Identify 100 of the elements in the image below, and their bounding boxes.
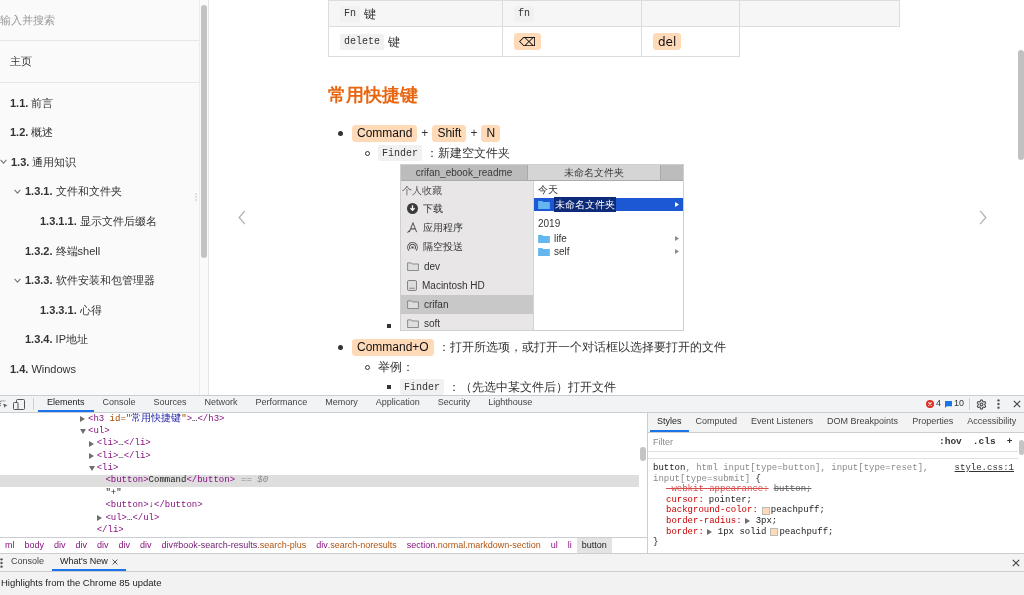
dom-node[interactable]: <h3 id="常用快捷键">…</h3> [80, 413, 225, 426]
devtools-tab[interactable]: Lighthouse [479, 396, 542, 412]
styles-tab[interactable]: DOM Breakpoints [820, 413, 906, 432]
scrollbar-thumb[interactable] [640, 447, 646, 461]
toolbar-button[interactable]: .cls [970, 436, 998, 448]
chevron-down-icon[interactable] [0, 159, 7, 165]
sidebar-item[interactable]: 1.1. 前言 [10, 95, 54, 110]
inspect-icon[interactable] [0, 399, 8, 409]
breadcrumb-item[interactable]: div#book-search-results.search-plus [156, 538, 312, 553]
breadcrumb-item[interactable]: body [19, 538, 50, 553]
breadcrumb-item[interactable]: div.search-noresults [311, 538, 402, 553]
sidebar-item[interactable]: 1.3. 通用知识 [11, 154, 77, 169]
dom-node[interactable]: </li> [96, 524, 124, 537]
devtools-tab[interactable]: Security [428, 396, 480, 412]
devtools-tab[interactable]: Network [195, 396, 247, 412]
disclosure-triangle-icon[interactable] [744, 518, 750, 525]
cell-text: 键 [364, 5, 376, 23]
dom-node[interactable]: <li>…</li> [88, 450, 151, 463]
window-tab[interactable]: 未命名文件夹 [528, 165, 661, 180]
breadcrumb-item[interactable]: section.normal.markdown-section [401, 538, 546, 553]
chevron-down-icon[interactable] [14, 188, 21, 194]
breadcrumb-item[interactable]: div [49, 538, 71, 553]
scrollbar-thumb[interactable] [1018, 440, 1024, 455]
disclosure-triangle-icon[interactable] [88, 440, 94, 447]
dom-node[interactable]: <ul>…</ul> [97, 512, 160, 525]
dom-node[interactable]: <li>…</li> [88, 437, 151, 451]
message-icon[interactable] [945, 400, 952, 408]
scrollbar-thumb[interactable] [201, 5, 207, 258]
device-icon[interactable] [13, 398, 25, 410]
breadcrumb-item[interactable]: ul [545, 538, 563, 553]
close-icon[interactable] [111, 558, 118, 565]
breadcrumb-item[interactable]: ml [0, 538, 20, 553]
error-icon[interactable] [925, 400, 934, 408]
more-icon[interactable] [0, 557, 3, 568]
finder-sidebar-item[interactable]: dev [401, 256, 533, 276]
sidebar-item[interactable]: 主页 [10, 53, 32, 70]
css-brace: } [653, 537, 659, 548]
breadcrumb-item[interactable]: div [135, 538, 157, 553]
disclosure-triangle-icon[interactable] [88, 466, 95, 472]
sidebar-item[interactable]: 1.3.3. 软件安装和包管理器 [25, 273, 155, 288]
styles-tab[interactable]: Accessibility [960, 413, 1024, 432]
folder-icon [407, 300, 419, 310]
sidebar-item[interactable]: 1.4. Windows [10, 361, 77, 376]
drawer-tab[interactable]: Console [3, 554, 53, 571]
dom-node[interactable]: "+" [97, 487, 122, 500]
disclosure-triangle-icon[interactable] [88, 453, 94, 460]
color-swatch-icon[interactable] [761, 506, 770, 515]
sidebar-item[interactable]: 1.2. 概述 [10, 125, 54, 140]
search-field[interactable]: 输入并搜索 [0, 9, 190, 31]
devtools-tab[interactable]: Elements [38, 396, 94, 412]
styles-tab[interactable]: Event Listeners [744, 413, 821, 432]
source-link[interactable]: style.css:1 [954, 463, 1014, 474]
sidebar-item[interactable]: 1.3.3.1. 心得 [40, 302, 102, 317]
sidebar-item[interactable]: 1.3.2. 终端shell [25, 243, 101, 258]
finder-sidebar-item[interactable]: 下载 [401, 199, 533, 219]
disclosure-triangle-icon[interactable] [80, 429, 86, 435]
color-swatch-icon[interactable] [770, 527, 779, 536]
close-icon[interactable] [1013, 400, 1021, 408]
devtools-tab[interactable]: Sources [144, 396, 196, 412]
breadcrumb-item[interactable]: div [113, 538, 136, 553]
finder-sidebar-item[interactable]: 隔空投送 [401, 237, 533, 257]
finder-sidebar-item[interactable]: 应用程序 [401, 218, 533, 238]
devtools-tab[interactable]: Application [366, 396, 429, 412]
sidebar-item[interactable]: 1.3.1. 文件和文件夹 [25, 184, 122, 199]
sidebar-item[interactable]: 1.3.4. IP地址 [25, 332, 88, 347]
dom-node[interactable]: <li> [88, 462, 119, 475]
file-row[interactable]: life [534, 232, 683, 245]
styles-tab[interactable]: Properties [905, 413, 961, 432]
settings-icon[interactable] [976, 398, 987, 410]
dom-node[interactable]: <ul> [80, 425, 110, 438]
breadcrumb-item[interactable]: div [70, 538, 93, 553]
dom-node[interactable]: <button>↓</button> [97, 499, 203, 513]
bullet-icon [387, 324, 391, 328]
devtools-tab[interactable]: Memory [316, 396, 367, 412]
devtools-tab[interactable]: Performance [246, 396, 317, 412]
finder-sidebar-item[interactable]: crifan [401, 294, 533, 315]
sidebar-item[interactable]: 1.3.1.1. 显示文件后缀名 [40, 213, 157, 228]
more-icon[interactable] [997, 399, 1000, 409]
css-property-value: button; [773, 484, 812, 495]
breadcrumb-item[interactable]: button [576, 538, 612, 553]
disclosure-triangle-icon[interactable] [97, 515, 103, 522]
breadcrumb-item[interactable]: li [562, 538, 577, 553]
devtools-tab[interactable]: Console [93, 396, 145, 412]
chevron-down-icon[interactable] [14, 277, 21, 283]
keyboard-key: Command+O [352, 338, 434, 356]
disclosure-triangle-icon[interactable] [706, 528, 712, 535]
toolbar-button[interactable]: :hov [937, 436, 964, 448]
toolbar-button[interactable]: + [1004, 436, 1015, 448]
close-icon[interactable] [1012, 558, 1020, 567]
finder-sidebar-item[interactable]: soft [401, 314, 533, 330]
dom-node[interactable]: <button>Command</button> == $0 [0, 474, 639, 488]
file-row[interactable]: 未命名文件夹 [534, 198, 683, 211]
breadcrumb-item[interactable]: div [92, 538, 114, 553]
scrollbar-thumb[interactable] [1017, 50, 1024, 160]
finder-sidebar-item[interactable]: Macintosh HD [401, 275, 533, 295]
styles-tab[interactable]: Styles [650, 413, 689, 432]
disclosure-triangle-icon[interactable] [80, 416, 85, 423]
file-row[interactable]: self [534, 245, 683, 258]
styles-tab[interactable]: Computed [688, 413, 745, 432]
inline-code: delete [340, 33, 384, 50]
